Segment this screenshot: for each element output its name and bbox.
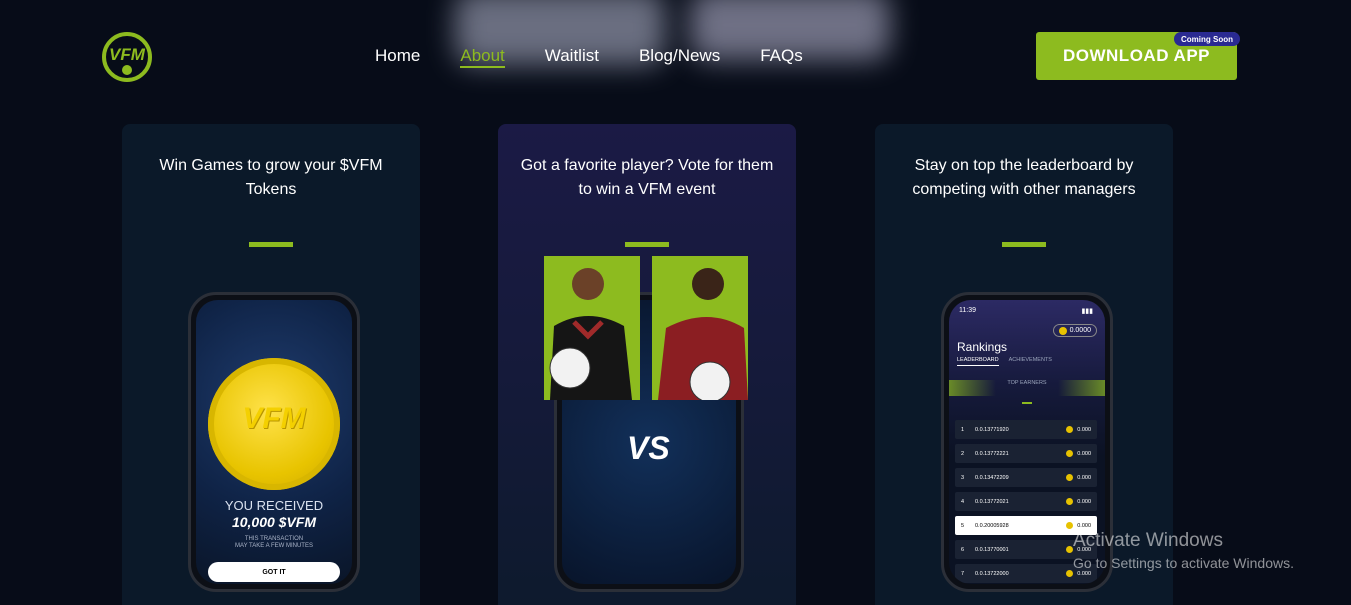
score: 0.000: [1077, 522, 1091, 529]
received-label: YOU RECEIVED: [224, 498, 324, 513]
coin-icon: [1066, 522, 1074, 529]
address: 0.0.20005928: [975, 522, 1009, 529]
player-photo-left: [544, 256, 640, 400]
watermark-subtitle: Go to Settings to activate Windows.: [1073, 555, 1294, 571]
card-divider: [249, 242, 293, 247]
balance-value: 0.0000: [1069, 327, 1091, 334]
rank: 7: [961, 570, 965, 577]
rank: 1: [961, 426, 965, 433]
got-it-button: GOT IT: [208, 562, 340, 582]
tab-leaderboard: LEADERBOARD: [957, 357, 999, 366]
top-earners-label: TOP EARNERS: [1007, 380, 1047, 386]
coin-icon: [1066, 498, 1074, 505]
coin-icon: [1058, 326, 1067, 335]
phone-mockup: VFM YOU RECEIVED 10,000 $VFM THIS TRANSA…: [188, 292, 360, 592]
transaction-note: THIS TRANSACTION MAY TAKE A FEW MINUTES: [196, 536, 352, 550]
signal-icon: ▮▮▮: [1081, 308, 1093, 315]
feature-card-win-games: Win Games to grow your $VFM Tokens VFM Y…: [122, 124, 420, 605]
coming-soon-badge: Coming Soon: [1174, 32, 1240, 46]
address: 0.0.13472209: [975, 474, 1009, 481]
list-item: 4 0.0.13772021 0.000: [955, 492, 1097, 511]
rank: 5: [961, 522, 965, 529]
tab-achievements: ACHIEVEMENTS: [1008, 357, 1052, 363]
card-divider: [1002, 242, 1046, 247]
coin-icon: [1066, 450, 1074, 457]
nav-home[interactable]: Home: [375, 46, 420, 68]
address: 0.0.13722000: [975, 570, 1009, 577]
coin-icon: [1066, 426, 1074, 433]
card-divider: [625, 242, 669, 247]
list-item: 1 0.0.13771920 0.000: [955, 420, 1097, 439]
player-photo-right: [652, 256, 748, 403]
address: 0.0.13772221: [975, 450, 1009, 457]
score: 0.000: [1077, 426, 1091, 433]
score: 0.000: [1077, 450, 1091, 457]
coin-icon: [1066, 570, 1074, 577]
coin-label: VFM: [242, 402, 306, 435]
vfm-logo[interactable]: VFM: [100, 30, 154, 84]
score: 0.000: [1077, 498, 1091, 505]
list-item: 3 0.0.13472209 0.000: [955, 468, 1097, 487]
list-item: 2 0.0.13772221 0.000: [955, 444, 1097, 463]
svg-text:VFM: VFM: [109, 45, 146, 64]
watermark-title: Activate Windows: [1073, 530, 1223, 551]
windows-activation-watermark: Activate Windows Go to Settings to activ…: [1073, 530, 1294, 571]
note-line: THIS TRANSACTION: [244, 536, 304, 542]
score: 0.000: [1077, 474, 1091, 481]
rankings-title: Rankings: [957, 340, 1008, 354]
note-line: MAY TAKE A FEW MINUTES: [235, 543, 313, 549]
card-description: Got a favorite player? Vote for them to …: [520, 157, 774, 198]
nav-waitlist[interactable]: Waitlist: [545, 46, 599, 68]
score: 0.000: [1077, 570, 1091, 577]
balance-pill: 0.0000: [1052, 324, 1097, 337]
card-description: Stay on top the leaderboard by competing…: [912, 157, 1136, 198]
rank: 2: [961, 450, 965, 457]
main-nav: Home About Waitlist Blog/News FAQs: [375, 46, 803, 68]
address: 0.0.13770001: [975, 546, 1009, 553]
address: 0.0.13772021: [975, 498, 1009, 505]
mini-divider: [1022, 402, 1032, 404]
received-amount: 10,000 $VFM: [231, 514, 317, 530]
nav-faqs[interactable]: FAQs: [760, 46, 803, 68]
rank: 4: [961, 498, 965, 505]
rank: 3: [961, 474, 965, 481]
rank: 6: [961, 546, 965, 553]
nav-about[interactable]: About: [460, 46, 505, 68]
vfm-coin-icon: VFM: [208, 358, 340, 490]
address: 0.0.13771920: [975, 426, 1009, 433]
versus-label: VS: [627, 430, 670, 466]
nav-blog-news[interactable]: Blog/News: [639, 46, 720, 68]
status-time: 11:39: [959, 307, 976, 314]
feature-card-vote-player: Got a favorite player? Vote for them to …: [498, 124, 796, 605]
rankings-tabs: LEADERBOARD ACHIEVEMENTS: [957, 357, 1052, 366]
card-description: Win Games to grow your $VFM Tokens: [159, 157, 383, 198]
coin-icon: [1066, 474, 1074, 481]
